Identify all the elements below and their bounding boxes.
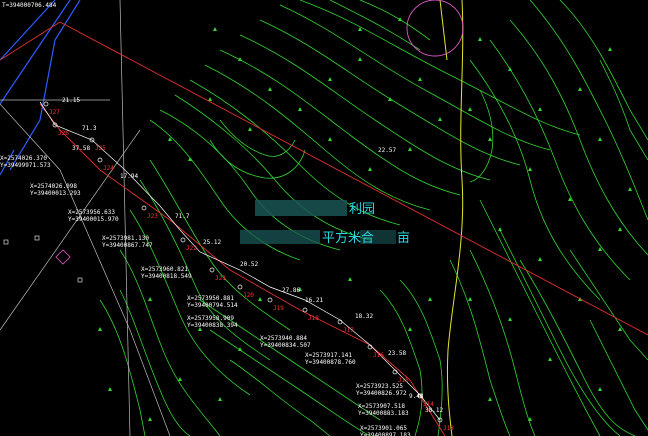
cad-drawing-canvas[interactable]: X=2574026.370Y=39499971.573 X=2574026.098… [0, 0, 648, 436]
distance-label: 23.58 [388, 350, 406, 357]
coordinate-x-label: X=2573917.141 [305, 352, 352, 359]
coordinate-y-label: Y=39400897.183 [360, 432, 411, 436]
coordinate-y-label: Y=39400013.293 [30, 190, 81, 197]
distance-label: 25.12 [203, 239, 221, 246]
coordinate-x-label: X=2573981.130 [102, 235, 149, 242]
survey-point-label: J17 [343, 327, 354, 334]
coordinate-x-label: X=2573958.909 [187, 315, 234, 322]
distance-label: 37.58 [72, 145, 90, 152]
coordinate-x-label: X=2573960.821 [141, 266, 188, 273]
coordinate-y-label: Y=39400015.970 [68, 216, 119, 223]
distance-label: 21.15 [62, 97, 80, 104]
overlay-title-line2-suffix: 亩 [397, 230, 410, 246]
survey-point-label: J15 [398, 377, 409, 384]
coordinate-y-label: Y=39400883.183 [358, 410, 409, 417]
distance-label: 71.7 [175, 213, 190, 220]
distance-label: 20.52 [240, 261, 258, 268]
coordinate-y-label: Y=39400818.549 [141, 273, 192, 280]
survey-point-label: J22 [186, 245, 197, 252]
coordinate-y-label: Y=39400838.394 [187, 322, 238, 329]
survey-point-label: J25 [95, 145, 106, 152]
survey-point-label: J18 [308, 315, 319, 322]
survey-point-label: J26 [58, 130, 69, 137]
survey-point-label: J13 [443, 425, 454, 432]
coordinate-y-label: Y=39400878.760 [305, 359, 356, 366]
survey-point-label: J23 [147, 213, 158, 220]
survey-point-label: J20 [243, 292, 254, 299]
distance-label: 16.21 [305, 297, 323, 304]
overlay-title-line2: 平方米合 [322, 230, 374, 246]
overlay-title-line1: 利园 [349, 202, 375, 217]
survey-point-label: J24 [103, 165, 114, 172]
survey-point-label: J21 [215, 275, 226, 282]
coordinate-x-label: X=2573907.518 [358, 403, 405, 410]
distance-label: 22.57 [378, 147, 396, 154]
coordinate-y-label: Y=39400834.507 [260, 342, 311, 349]
distance-label: 17.94 [120, 173, 138, 180]
coordinate-x-label: X=2573901.065 [360, 425, 407, 432]
top-coordinate-label: T=394000706.484 [2, 2, 57, 9]
coordinate-y-label: Y=39400794.514 [187, 302, 238, 309]
survey-point-label: J27 [49, 109, 60, 116]
coordinate-x-label: X=2573950.881 [187, 295, 234, 302]
coordinate-x-label: X=2573923.525 [356, 383, 403, 390]
distance-label: 18.32 [355, 313, 373, 320]
coordinate-x-label: X=2574026.098 [30, 183, 77, 190]
coordinate-y-label: Y=39400826.972 [356, 390, 407, 397]
distance-label: 71.3 [82, 125, 97, 132]
coordinate-y-label: Y=39400867.747 [102, 242, 153, 249]
distance-label: 27.86 [282, 287, 300, 294]
coordinate-x-label: X=2573940.884 [260, 335, 307, 342]
coordinate-y-label: Y=39499971.573 [0, 162, 51, 169]
coordinate-x-label: X=2573956.633 [68, 209, 115, 216]
survey-point-label: J19 [273, 305, 284, 312]
survey-point-label: J16 [373, 352, 384, 359]
coordinate-x-label: X=2574026.370 [0, 155, 47, 162]
survey-point-label: J14 [423, 401, 434, 408]
distance-label: 38.12 [425, 407, 443, 414]
